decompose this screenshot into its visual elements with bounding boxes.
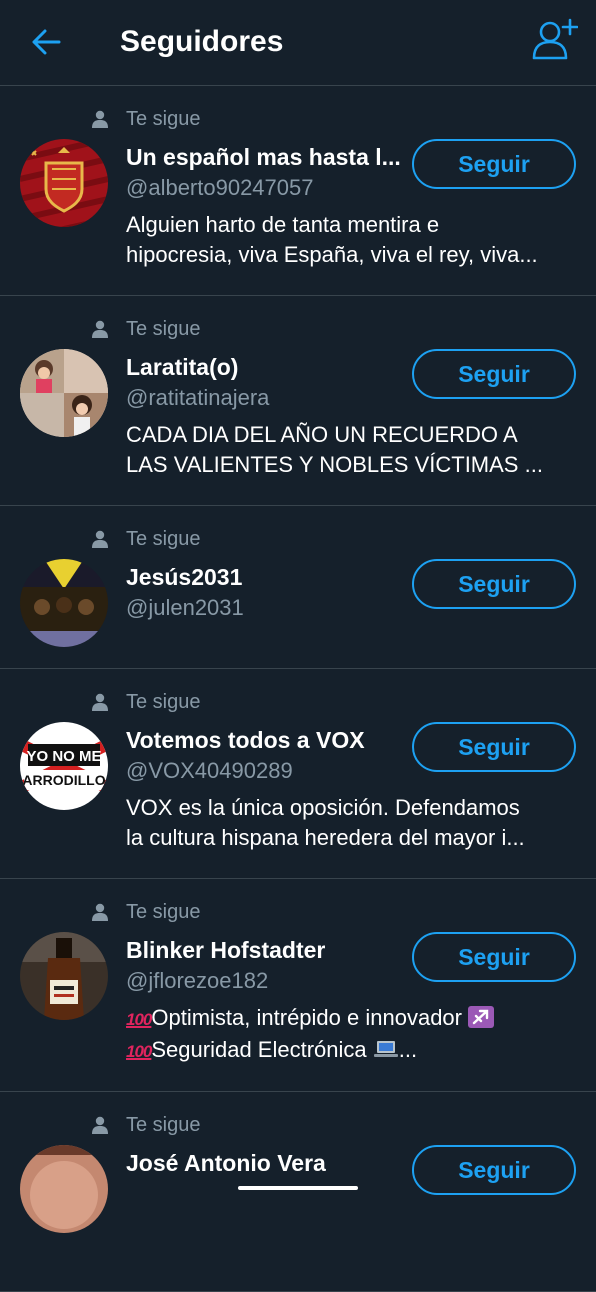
add-user-button[interactable] bbox=[530, 16, 580, 64]
bio: VOX es la única oposición. Defendamos la… bbox=[126, 793, 576, 853]
follows-you-label: Te sigue bbox=[92, 1112, 201, 1138]
avatar-image bbox=[20, 349, 108, 437]
home-indicator[interactable] bbox=[238, 1186, 358, 1190]
back-button[interactable] bbox=[24, 20, 68, 64]
follow-button[interactable]: Seguir bbox=[412, 722, 576, 772]
follows-you-text: Te sigue bbox=[126, 317, 201, 340]
display-name[interactable]: Un español mas hasta l... bbox=[126, 142, 406, 172]
avatar-image: YO NO ME ARRODILLO bbox=[20, 722, 108, 810]
follows-you-text: Te sigue bbox=[126, 690, 201, 713]
display-name[interactable]: Laratita(o) bbox=[126, 352, 406, 382]
follows-you-label: Te sigue bbox=[92, 526, 201, 552]
hundred-points-icon: 100 bbox=[126, 1042, 152, 1061]
follow-button[interactable]: Seguir bbox=[412, 349, 576, 399]
person-icon bbox=[92, 530, 108, 548]
follows-you-label: Te sigue bbox=[92, 689, 201, 715]
bio-text: Seguridad Electrónica bbox=[151, 1037, 373, 1062]
follow-button[interactable]: Seguir bbox=[412, 932, 576, 982]
display-name[interactable]: Jesús2031 bbox=[126, 562, 406, 592]
sagittarius-icon bbox=[468, 1006, 495, 1028]
avatar-image bbox=[20, 1145, 108, 1233]
follows-you-text: Te sigue bbox=[126, 107, 201, 130]
bio-line: la cultura hispana heredera del mayor i.… bbox=[126, 825, 525, 850]
follows-you-label: Te sigue bbox=[92, 899, 201, 925]
follow-button[interactable]: Seguir bbox=[412, 1145, 576, 1195]
follower-row[interactable]: Te sigue Un español mas hasta l... @albe… bbox=[0, 86, 596, 296]
username: @alberto90247057 bbox=[126, 175, 314, 200]
bio-line: Alguien harto de tanta mentira e bbox=[126, 212, 440, 237]
bio-line: VOX es la única oposición. Defendamos bbox=[126, 795, 520, 820]
avatar[interactable] bbox=[20, 559, 108, 647]
arrow-left-icon bbox=[32, 29, 61, 55]
avatar-text-line: YO NO ME bbox=[26, 748, 101, 765]
avatar-image bbox=[20, 932, 108, 1020]
avatar[interactable] bbox=[20, 932, 108, 1020]
follower-row[interactable]: Te sigue José Antonio Vera Seguir bbox=[0, 1092, 596, 1292]
bio-line: LAS VALIENTES Y NOBLES VÍCTIMAS ... bbox=[126, 452, 543, 477]
display-name[interactable]: Blinker Hofstadter bbox=[126, 935, 406, 965]
username: @julen2031 bbox=[126, 595, 244, 620]
bio-line: 100Optimista, intrépido e innovador bbox=[126, 1003, 576, 1035]
person-icon bbox=[92, 110, 108, 128]
follows-you-text: Te sigue bbox=[126, 900, 201, 923]
username: @VOX40490289 bbox=[126, 758, 293, 783]
page-title: Seguidores bbox=[120, 25, 284, 58]
bio: 100Optimista, intrépido e innovador 100S… bbox=[126, 1003, 576, 1067]
avatar-text-line: ARRODILLO bbox=[22, 772, 105, 788]
bio-line: hipocresia, viva España, viva el rey, vi… bbox=[126, 242, 538, 267]
avatar[interactable] bbox=[20, 139, 108, 227]
bio-line: 100Seguridad Electrónica ... bbox=[126, 1035, 576, 1067]
bio-line: CADA DIA DEL AÑO UN RECUERDO A bbox=[126, 422, 518, 447]
follow-button[interactable]: Seguir bbox=[412, 139, 576, 189]
display-name[interactable]: José Antonio Vera bbox=[126, 1148, 406, 1178]
person-icon bbox=[92, 1116, 108, 1134]
avatar[interactable]: YO NO ME ARRODILLO bbox=[20, 722, 108, 810]
follower-row[interactable]: Te sigue YO NO ME ARRODILLO Votemos todo… bbox=[0, 669, 596, 879]
laptop-icon bbox=[373, 1038, 399, 1060]
follower-row[interactable]: Te sigue Laratita(o) @ratitatinajera CAD… bbox=[0, 296, 596, 506]
follower-row[interactable]: Te sigue Blinker Hofstadter @jflorezoe18… bbox=[0, 879, 596, 1092]
follows-you-label: Te sigue bbox=[92, 316, 201, 342]
bio: Alguien harto de tanta mentira e hipocre… bbox=[126, 210, 576, 270]
avatar[interactable] bbox=[20, 349, 108, 437]
add-user-icon bbox=[532, 18, 578, 60]
follows-you-text: Te sigue bbox=[126, 1113, 201, 1136]
top-app-bar: Seguidores bbox=[0, 0, 596, 86]
username: @ratitatinajera bbox=[126, 385, 270, 410]
follow-button[interactable]: Seguir bbox=[412, 559, 576, 609]
avatar[interactable] bbox=[20, 1145, 108, 1233]
follows-you-text: Te sigue bbox=[126, 527, 201, 550]
bio: CADA DIA DEL AÑO UN RECUERDO A LAS VALIE… bbox=[126, 420, 576, 480]
display-name[interactable]: Votemos todos a VOX bbox=[126, 725, 406, 755]
hundred-points-icon: 100 bbox=[126, 1010, 152, 1029]
avatar-image bbox=[20, 139, 108, 227]
follows-you-label: Te sigue bbox=[92, 106, 201, 132]
avatar-image bbox=[20, 559, 108, 647]
follower-row[interactable]: Te sigue Jesús2031 @julen2031 Seguir bbox=[0, 506, 596, 669]
person-icon bbox=[92, 903, 108, 921]
person-icon bbox=[92, 693, 108, 711]
bio-trailing: ... bbox=[398, 1037, 418, 1062]
username: @jflorezoe182 bbox=[126, 968, 269, 993]
person-icon bbox=[92, 320, 108, 338]
bio-text: Optimista, intrépido e innovador bbox=[151, 1005, 469, 1030]
followers-list: Te sigue Un español mas hasta l... @albe… bbox=[0, 86, 596, 1292]
